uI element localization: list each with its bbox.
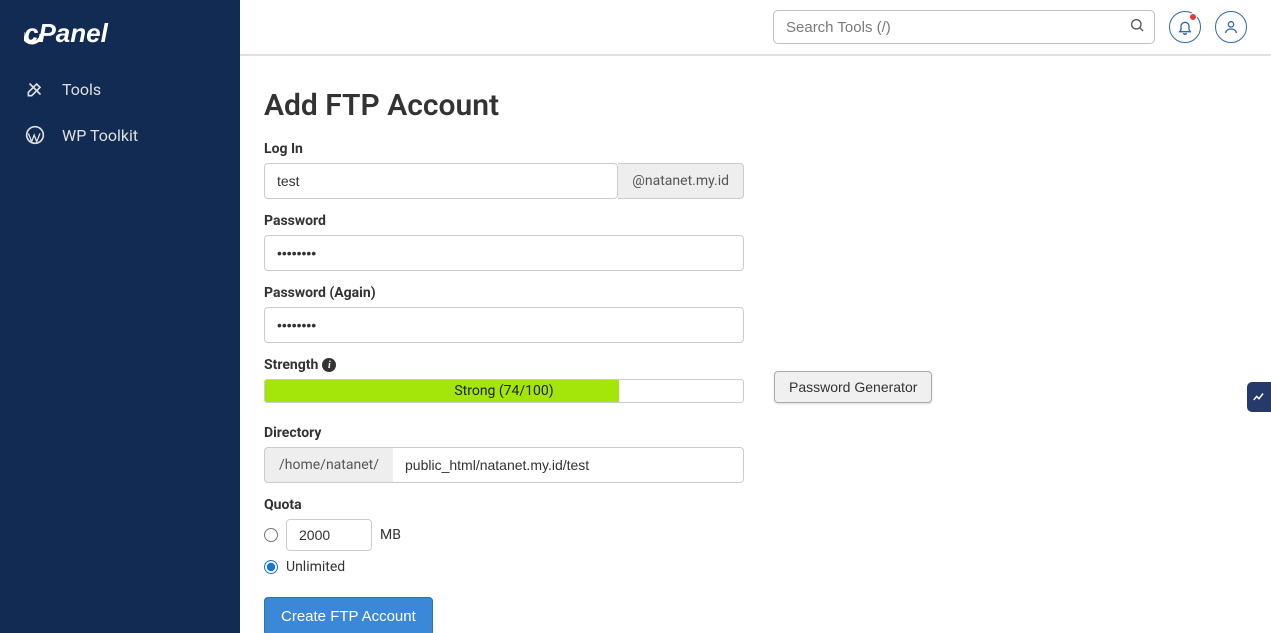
strength-fill	[265, 380, 619, 402]
sidebar-item-label: Tools	[62, 80, 101, 99]
strength-label: Strength i	[264, 357, 744, 373]
info-icon[interactable]: i	[322, 358, 336, 372]
notification-dot	[1189, 13, 1197, 21]
page-title: Add FTP Account	[264, 88, 1247, 123]
login-input[interactable]	[264, 163, 618, 199]
sidebar-item-wp-toolkit[interactable]: WP Toolkit	[0, 112, 240, 158]
topbar	[240, 0, 1271, 56]
user-menu-button[interactable]	[1215, 11, 1247, 43]
quota-unlimited-radio[interactable]	[264, 560, 278, 574]
bell-icon	[1177, 19, 1193, 35]
user-icon	[1223, 19, 1239, 35]
svg-text:cPanel: cPanel	[24, 20, 109, 48]
search-input[interactable]	[773, 10, 1155, 44]
password-again-input[interactable]	[264, 307, 744, 343]
notifications-button[interactable]	[1169, 11, 1201, 43]
quota-unlimited-label: Unlimited	[286, 559, 345, 575]
quota-size-radio[interactable]	[264, 528, 278, 542]
password-label: Password	[264, 213, 1247, 229]
directory-label: Directory	[264, 425, 1247, 441]
password-generator-button[interactable]: Password Generator	[774, 371, 932, 403]
password-again-label: Password (Again)	[264, 285, 1247, 301]
strength-text: Strong (74/100)	[454, 383, 553, 399]
directory-input[interactable]	[393, 447, 744, 483]
sidebar: cPanel Tools WP Toolkit	[0, 0, 240, 633]
tools-icon	[24, 78, 46, 100]
login-label: Log In	[264, 141, 1247, 157]
search-icon[interactable]	[1129, 17, 1145, 37]
directory-prefix: /home/natanet/	[264, 447, 393, 483]
sidebar-item-label: WP Toolkit	[62, 126, 138, 145]
chart-icon	[1252, 390, 1266, 404]
login-domain-addon: @natanet.my.id	[618, 163, 744, 199]
quota-size-input[interactable]	[286, 519, 372, 551]
quota-label: Quota	[264, 497, 1247, 513]
search-wrap	[773, 10, 1155, 44]
password-input[interactable]	[264, 235, 744, 271]
content: Add FTP Account Log In @natanet.my.id Pa…	[240, 56, 1271, 633]
cpanel-logo[interactable]: cPanel	[0, 0, 240, 66]
quota-size-unit: MB	[380, 527, 401, 543]
create-ftp-button[interactable]: Create FTP Account	[264, 597, 433, 633]
sidebar-item-tools[interactable]: Tools	[0, 66, 240, 112]
wordpress-icon	[24, 124, 46, 146]
stats-tab[interactable]	[1247, 382, 1271, 412]
strength-meter: Strong (74/100)	[264, 379, 744, 403]
